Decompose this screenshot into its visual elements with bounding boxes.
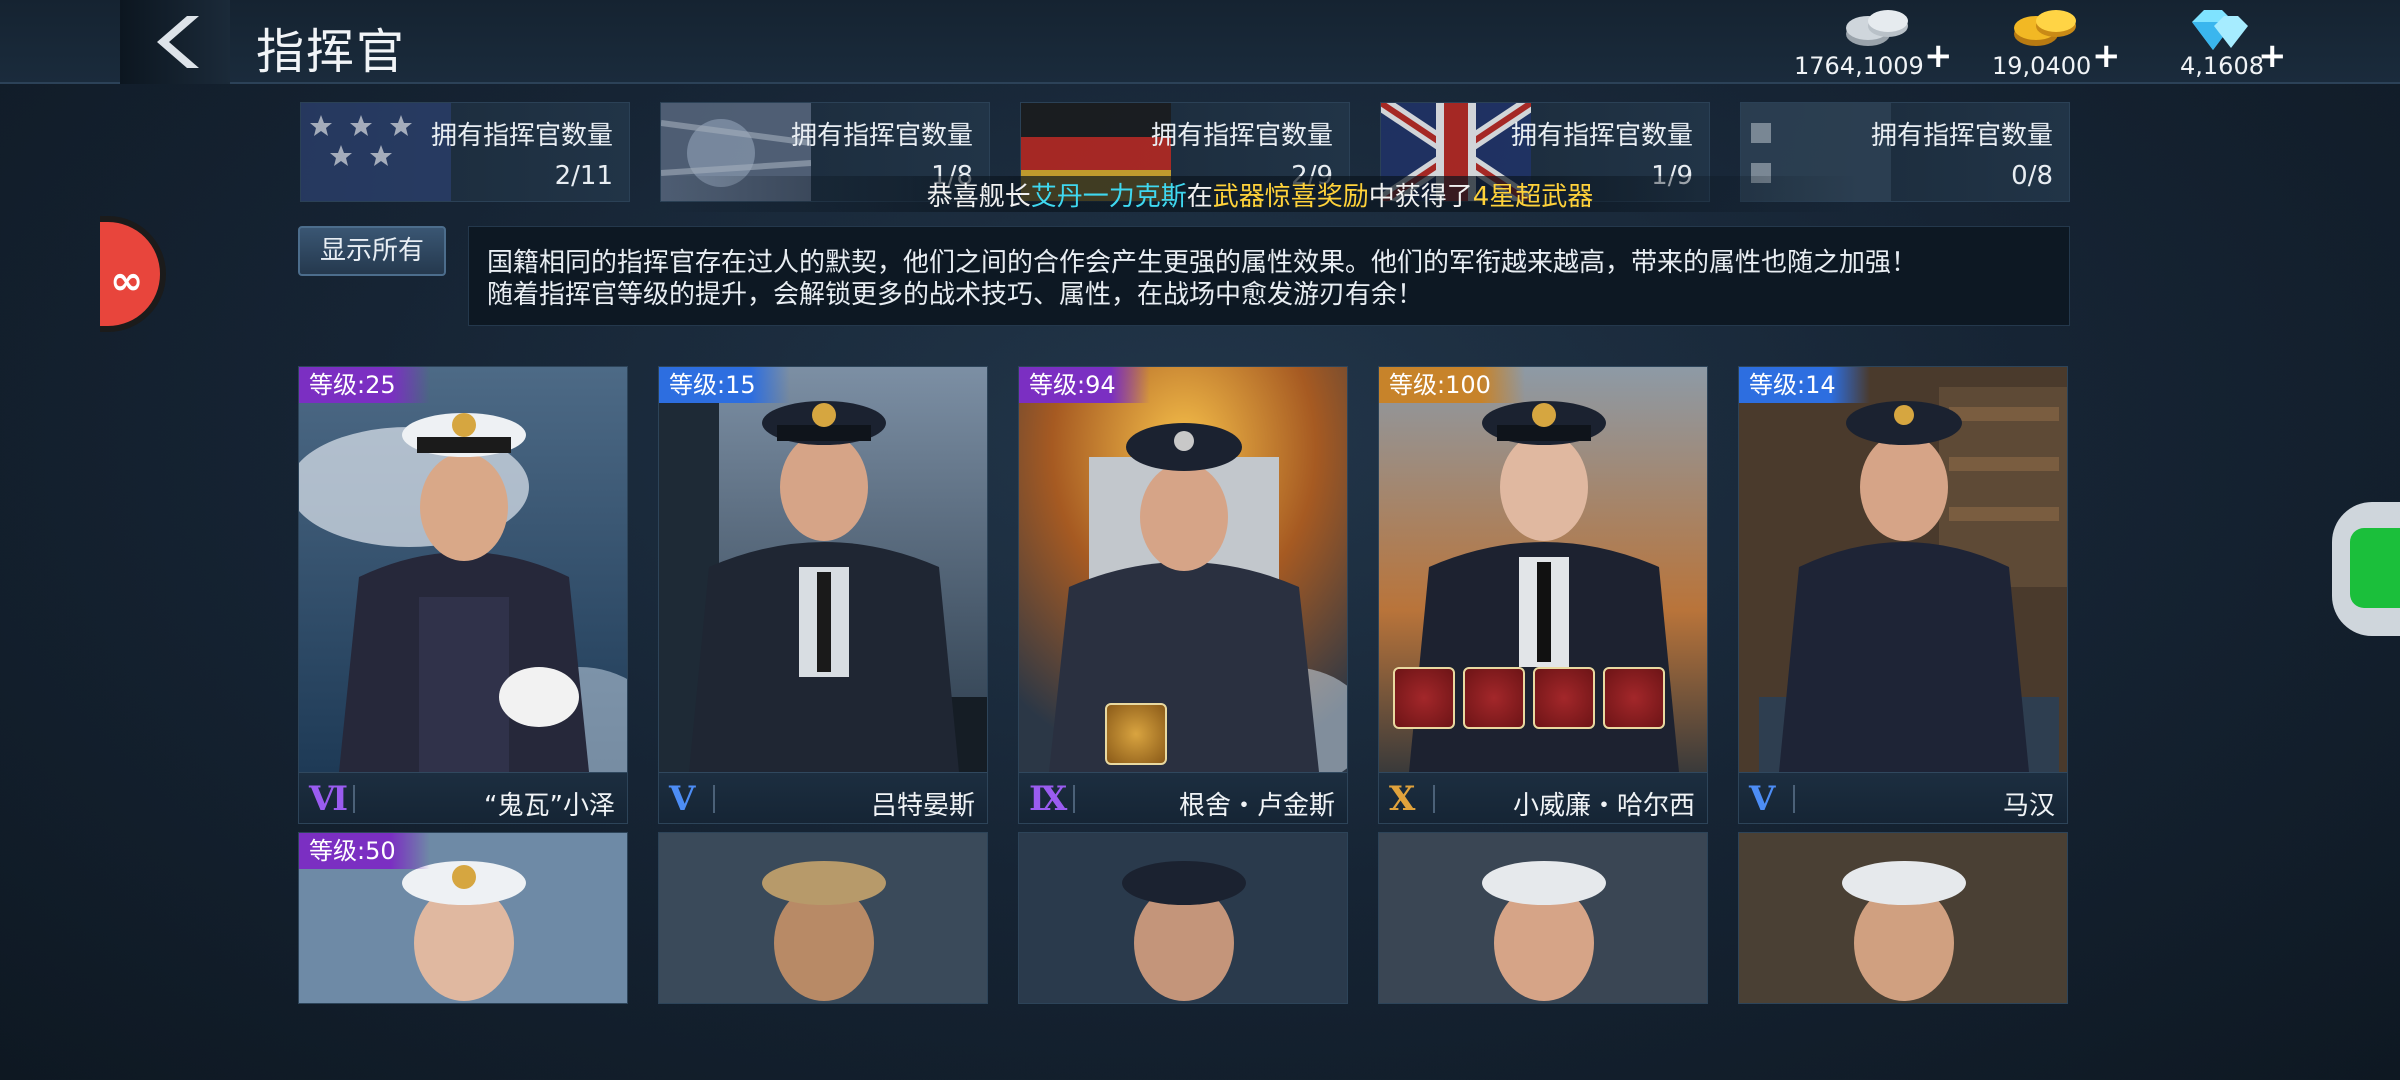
description-line-2: 随着指挥官等级的提升，会解锁更多的战术技巧、属性，在战场中愈发游刃有余！ [487,280,1424,310]
card-footer: Ⅴ 吕特晏斯 [659,772,987,823]
diamond-add-icon[interactable]: + [2258,36,2287,76]
commander-portrait [1019,833,1347,1003]
equipment-row [1393,667,1665,729]
nation-tab-label: 拥有指挥官数量 [790,121,973,151]
commander-portrait [659,833,987,1003]
commander-portrait [1739,833,2067,1003]
announcement-middle2: 中获得了 [1368,182,1473,212]
nation-tab-count: 2/11 [554,161,613,191]
nation-tab-label: 拥有指挥官数量 [1150,121,1333,151]
diamond-value: 4,1608 [2180,52,2264,80]
commander-card-row2-3[interactable] [1018,832,1348,1004]
nation-tab-count: 0/8 [2011,161,2053,191]
nation-tab-label: 拥有指挥官数量 [1510,121,1693,151]
level-badge: 等级:25 [299,367,430,403]
skull-icon[interactable] [1393,667,1455,729]
commander-card-ozawa[interactable]: 等级:25 Ⅵ “鬼瓦”小泽 [298,366,628,824]
commander-card-halsey[interactable]: 等级:100 Ⅹ 小威廉・哈尔西 [1378,366,1708,824]
commander-name: 小威廉・哈尔西 [1512,791,1695,821]
commander-portrait [299,367,627,772]
binoculars-icon[interactable] [1463,667,1525,729]
commander-name: 根舍・卢金斯 [1178,791,1335,821]
silver-add-icon[interactable]: + [1924,36,1953,76]
silver-currency[interactable]: 1764,1009 + [1786,0,1986,84]
dagger-icon[interactable] [1105,703,1167,765]
gold-add-icon[interactable]: + [2092,36,2121,76]
level-badge: 等级:100 [1379,367,1525,403]
chat-button[interactable] [2332,502,2400,636]
show-all-button[interactable]: 显示所有 [298,226,446,276]
description-line-1: 国籍相同的指挥官存在过人的默契，他们之间的合作会产生更强的属性效果。他们的军衔越… [487,248,1918,278]
commander-name: 马汉 [2002,791,2055,821]
diamond-icon [2192,10,2248,50]
event-badge[interactable]: ∞ [100,216,166,332]
announcement-prefix: 恭喜舰长 [926,182,1031,212]
swirl-icon: ∞ [110,258,144,304]
commander-portrait [1739,367,2067,772]
usa-flag-icon [301,103,451,201]
rank-numeral: Ⅴ [1749,779,1776,819]
footer-divider [1073,785,1075,813]
equipment-row [1105,703,1167,765]
silver-value: 1764,1009 [1794,52,1924,80]
footer-divider [1793,785,1795,813]
chat-icon [2350,528,2400,608]
announcement-middle: 在 [1186,182,1213,212]
chevron-left-icon [157,16,199,68]
commander-portrait [1379,833,1707,1003]
description-box: 国籍相同的指挥官存在过人的默契，他们之间的合作会产生更强的属性效果。他们的军衔越… [468,226,2070,326]
rank-numeral: Ⅵ [309,779,349,819]
commander-name: “鬼瓦”小泽 [484,791,615,821]
uniform-icon[interactable] [1533,667,1595,729]
commander-card-row2-2[interactable] [658,832,988,1004]
footer-divider [1433,785,1435,813]
pocket-watch-icon[interactable] [1603,667,1665,729]
card-footer: Ⅴ 马汉 [1739,772,2067,823]
nation-tab-usa[interactable]: 拥有指挥官数量 2/11 [300,102,630,202]
commander-card-row2-4[interactable] [1378,832,1708,1004]
gold-coins-icon [2014,10,2076,46]
commander-name: 吕特晏斯 [870,791,975,821]
commander-card-row2-5[interactable] [1738,832,2068,1004]
announcement-player: 艾丹一力克斯 [1030,182,1187,212]
rank-numeral: Ⅴ [669,779,696,819]
commander-card-row2-1[interactable]: 等级:50 [298,832,628,1004]
card-footer: Ⅸ 根舍・卢金斯 [1019,772,1347,823]
commander-portrait [659,367,987,772]
rank-numeral: Ⅹ [1389,779,1416,819]
level-badge: 等级:14 [1739,367,1870,403]
diamond-currency[interactable]: 4,1608 + [2176,0,2296,84]
gold-value: 19,0400 [1992,52,2092,80]
top-bar: 指挥官 1764,1009 + 19,0400 + 4,1608 + [0,0,2400,84]
page-title: 指挥官 [256,24,407,80]
footer-divider [713,785,715,813]
card-footer: Ⅹ 小威廉・哈尔西 [1379,772,1707,823]
announcement-event: 武器惊喜奖励 [1212,182,1369,212]
commander-card-mahan[interactable]: 等级:14 Ⅴ 马汉 [1738,366,2068,824]
level-badge: 等级:15 [659,367,790,403]
gold-currency[interactable]: 19,0400 + [1990,0,2150,84]
level-badge: 等级:50 [299,833,430,869]
back-button[interactable] [120,0,230,84]
nation-tab-label: 拥有指挥官数量 [430,121,613,151]
rank-numeral: Ⅸ [1029,779,1068,819]
commander-card-lutjens-gunther[interactable]: 等级:94 Ⅸ 根舍・卢金斯 [1018,366,1348,824]
nation-tab-label: 拥有指挥官数量 [1870,121,2053,151]
level-badge: 等级:94 [1019,367,1150,403]
announcement-reward: 4星超武器 [1472,182,1594,212]
silver-coins-icon [1846,10,1908,46]
footer-divider [353,785,355,813]
card-footer: Ⅵ “鬼瓦”小泽 [299,772,627,823]
announcement-ticker: 恭喜舰长艾丹一力克斯在武器惊喜奖励中获得了4星超武器 [660,176,1860,212]
commander-portrait [1019,367,1347,772]
commander-card-lutjens[interactable]: 等级:15 Ⅴ 吕特晏斯 [658,366,988,824]
